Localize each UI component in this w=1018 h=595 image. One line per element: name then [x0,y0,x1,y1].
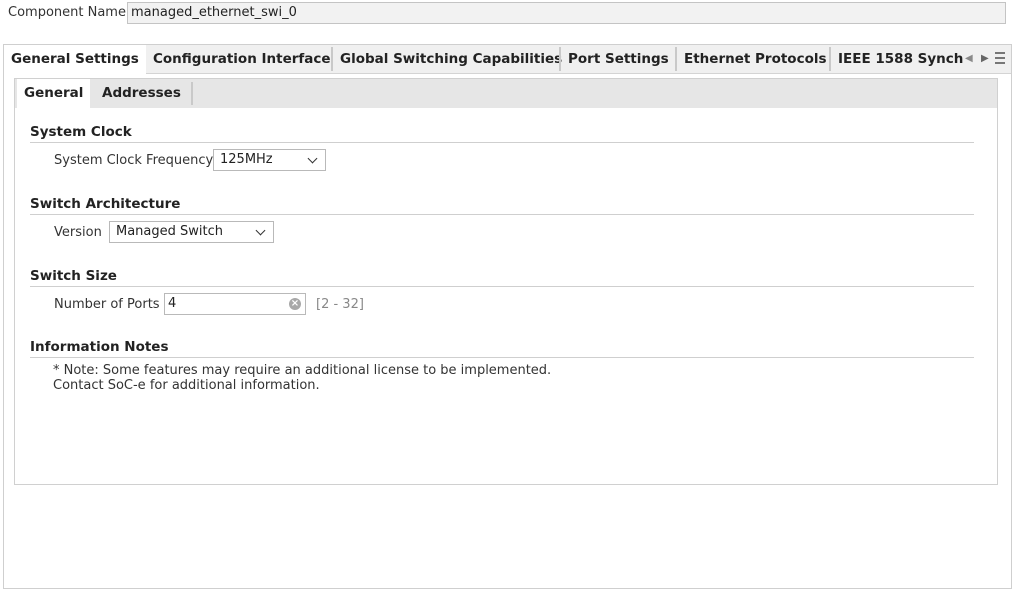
version-value: Managed Switch [116,224,224,239]
tab-general-settings[interactable]: General Settings [4,45,146,74]
number-of-ports-value: 4 [168,296,177,311]
clear-icon[interactable]: × [289,298,301,310]
component-name-row: Component Name [0,0,1018,28]
general-settings-content: General Addresses System Clock System Cl… [14,78,998,485]
switch-size-title: Switch Size [30,268,117,284]
component-name-label: Component Name [8,5,126,20]
license-note-text: * Note: Some features may require an add… [53,363,552,378]
version-select[interactable]: Managed Switch [109,221,274,243]
section-divider [30,286,974,287]
number-of-ports-label: Number of Ports [54,297,160,312]
system-clock-frequency-label: System Clock Frequency [54,153,214,168]
chevron-down-icon [307,153,318,164]
settings-panel: General Settings Configuration Interface… [3,44,1012,589]
number-of-ports-input[interactable]: 4 × [164,293,306,315]
scroll-tabs-right-icon[interactable]: ▶ [981,45,989,73]
menu-icon[interactable] [995,52,1005,67]
tab-ethernet-protocols[interactable]: Ethernet Protocols [677,45,834,73]
scroll-tabs-left-icon[interactable]: ◀ [965,45,973,73]
version-label: Version [54,225,102,240]
tab-clip: IEEE 1588 Synchro [835,45,963,73]
section-divider [30,214,974,215]
main-tab-bar: General Settings Configuration Interface… [4,45,1011,74]
switch-architecture-title: Switch Architecture [30,196,181,212]
tab-separator [829,47,831,71]
system-clock-frequency-select[interactable]: 125MHz [213,149,326,171]
ports-range-hint: [2 - 32] [316,297,364,312]
tab-global-switching-capabilities[interactable]: Global Switching Capabilities [333,45,569,73]
tab-configuration-interface[interactable]: Configuration Interface [146,45,338,73]
tab-ieee-1588[interactable]: IEEE 1588 Synchro [835,45,963,73]
contact-note-text: Contact SoC-e for additional information… [53,378,320,393]
system-clock-frequency-value: 125MHz [220,152,273,167]
chevron-down-icon [255,225,266,236]
subtab-general[interactable]: General [17,79,91,108]
tab-port-settings[interactable]: Port Settings [561,45,676,73]
subtab-addresses[interactable]: Addresses [95,79,188,108]
section-divider [30,357,974,358]
system-clock-title: System Clock [30,124,132,140]
section-divider [30,142,974,143]
subtab-separator [191,82,193,105]
information-notes-title: Information Notes [30,339,169,355]
component-name-input[interactable] [127,2,1006,24]
sub-tab-bar: General Addresses [15,79,997,108]
